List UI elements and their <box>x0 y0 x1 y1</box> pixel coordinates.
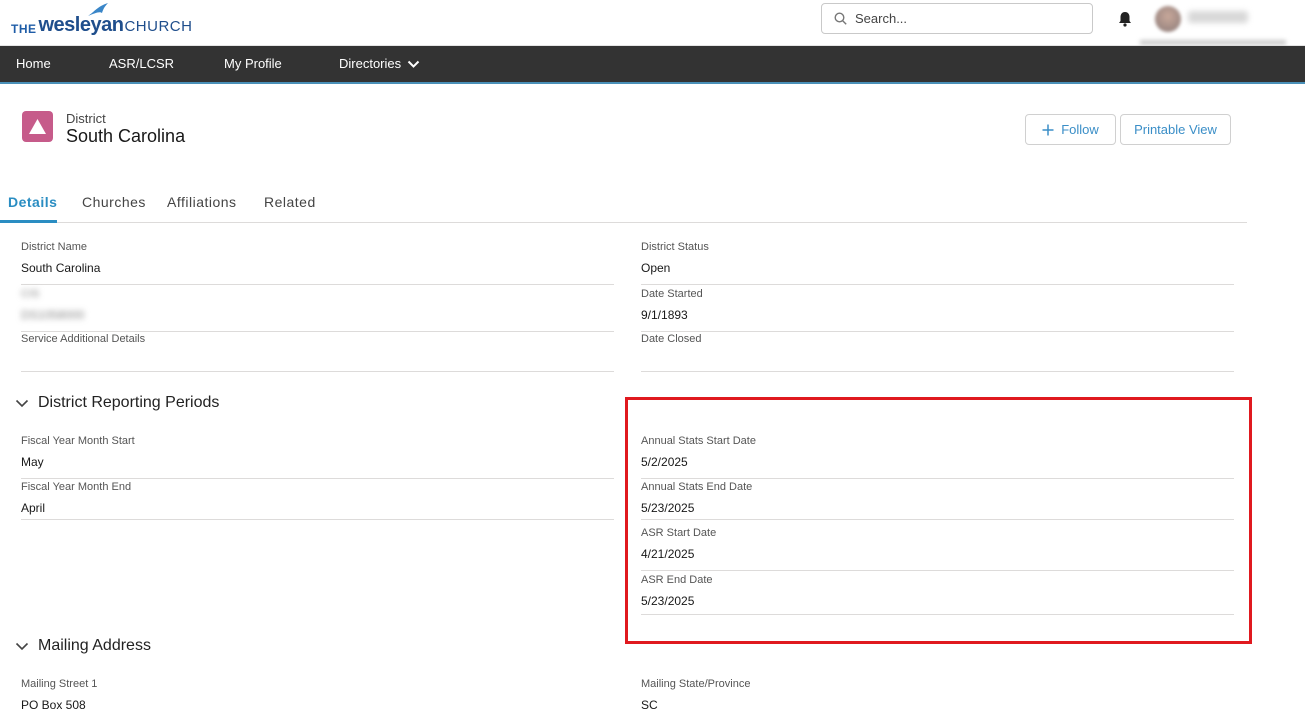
active-tab-indicator <box>0 220 57 223</box>
field-value-redacted: DS1058000 <box>21 308 85 322</box>
plus-icon <box>1042 124 1054 135</box>
notification-bell-icon[interactable] <box>1116 10 1134 28</box>
user-avatar[interactable] <box>1155 6 1181 32</box>
field-label: Date Closed <box>641 333 702 345</box>
field-district-name: District Name South Carolina <box>21 238 614 285</box>
chevron-down-icon <box>15 399 29 407</box>
tab-details[interactable]: Details <box>8 194 57 210</box>
field-value: April <box>21 501 46 515</box>
field-label: Mailing Street 1 <box>21 678 98 690</box>
printable-view-button[interactable]: Printable View <box>1120 114 1231 145</box>
main-navigation: Home ASR/LCSR My Profile Directories <box>0 46 1305 84</box>
printable-view-label: Printable View <box>1134 122 1217 137</box>
dove-logo-icon <box>88 3 108 16</box>
field-district-status: District Status Open <box>641 238 1234 285</box>
search-icon <box>834 12 847 25</box>
tab-related[interactable]: Related <box>264 194 316 210</box>
record-tabs: Details Churches Affiliations Related <box>0 186 1247 223</box>
field-label: Fiscal Year Month Start <box>21 435 135 447</box>
nav-directories[interactable]: Directories <box>339 46 420 82</box>
field-value: South Carolina <box>21 261 101 275</box>
section-district-reporting-periods[interactable]: District Reporting Periods <box>15 394 219 412</box>
logo-the-text: THE <box>11 22 37 36</box>
top-header: THE wesleyan CHURCH <box>0 0 1305 46</box>
nav-directories-label: Directories <box>339 56 402 71</box>
field-fiscal-year-month-end: Fiscal Year Month End April <box>21 478 614 520</box>
wesleyan-logo[interactable]: THE wesleyan CHURCH <box>11 3 193 40</box>
field-label: District Status <box>641 241 709 253</box>
field-fiscal-year-month-start: Fiscal Year Month Start May <box>21 432 614 479</box>
district-record-icon <box>22 111 53 142</box>
field-service-additional-details: Service Additional Details <box>21 330 614 372</box>
section-mailing-address[interactable]: Mailing Address <box>15 637 151 655</box>
field-value: PO Box 508 <box>21 698 86 712</box>
field-value: May <box>21 455 44 469</box>
field-label: Date Started <box>641 288 703 300</box>
user-name-blurred[interactable] <box>1188 11 1248 23</box>
nav-my-profile[interactable]: My Profile <box>224 46 282 82</box>
field-value: 9/1/1893 <box>641 308 688 322</box>
chevron-down-icon <box>15 642 29 650</box>
nav-asr-label: ASR/LCSR <box>109 56 175 71</box>
nav-home-label: Home <box>16 56 51 71</box>
logo-church-text: CHURCH <box>124 18 193 35</box>
field-label: Service Additional Details <box>21 333 146 345</box>
record-type-label: District <box>66 111 106 126</box>
follow-label: Follow <box>1061 122 1099 137</box>
search-input[interactable] <box>855 11 1075 26</box>
nav-asr-lcsr[interactable]: ASR/LCSR <box>109 46 174 82</box>
chevron-down-icon <box>407 60 420 68</box>
field-date-closed: Date Closed <box>641 330 1234 372</box>
record-title: South Carolina <box>66 126 186 146</box>
field-mailing-street-1: Mailing Street 1 PO Box 508 <box>21 675 614 714</box>
nav-profile-label: My Profile <box>224 56 282 71</box>
tab-affiliations[interactable]: Affiliations <box>167 194 237 210</box>
triangle-icon <box>29 119 46 134</box>
field-label: Fiscal Year Month End <box>21 481 132 493</box>
field-date-started: Date Started 9/1/1893 <box>641 285 1234 332</box>
field-mailing-state: Mailing State/Province SC <box>641 675 1234 714</box>
follow-button[interactable]: Follow <box>1025 114 1116 145</box>
field-label-redacted: CIS <box>21 288 40 300</box>
global-search[interactable] <box>821 3 1093 34</box>
field-value: Open <box>641 261 671 275</box>
field-label: District Name <box>21 241 88 253</box>
red-highlight-box <box>625 397 1252 644</box>
field-redacted: CIS DS1058000 <box>21 285 614 332</box>
field-value: SC <box>641 698 658 712</box>
section-title: District Reporting Periods <box>38 394 220 411</box>
field-label: Mailing State/Province <box>641 678 751 690</box>
section-title: Mailing Address <box>38 637 151 654</box>
nav-home[interactable]: Home <box>16 46 51 82</box>
user-menu-underline <box>1140 40 1286 45</box>
tab-churches[interactable]: Churches <box>82 194 146 210</box>
